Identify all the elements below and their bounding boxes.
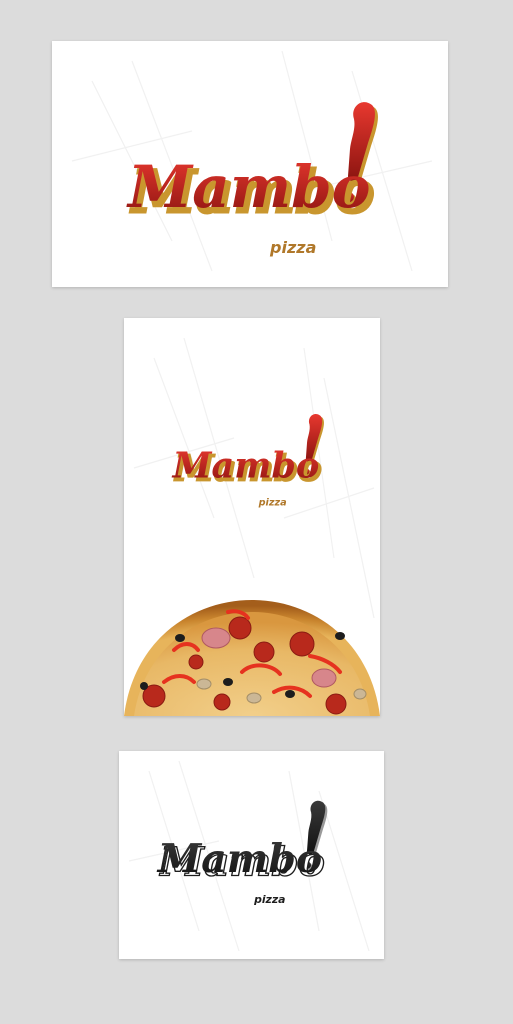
brand-subtitle: pizza: [269, 238, 316, 257]
brand-name: Mambo: [156, 836, 322, 882]
brand-subtitle: pizza: [258, 497, 287, 508]
brand-name: Mambo: [126, 153, 370, 221]
business-card: Mambo Mambo pizza: [52, 41, 448, 287]
pizza-image: [124, 600, 380, 716]
brand-logo: Mambo Mambo pizza: [170, 400, 340, 515]
monochrome-card: Mambo Mambo pizza: [119, 751, 384, 959]
brand-logo: Mambo Mambo pizza: [124, 79, 404, 269]
brand-logo: Mambo Mambo pizza: [155, 785, 345, 914]
menu-cover: Mambo Mambo pizza: [124, 318, 380, 716]
brand-subtitle: pizza: [253, 893, 285, 906]
brand-name: Mambo: [172, 445, 320, 486]
